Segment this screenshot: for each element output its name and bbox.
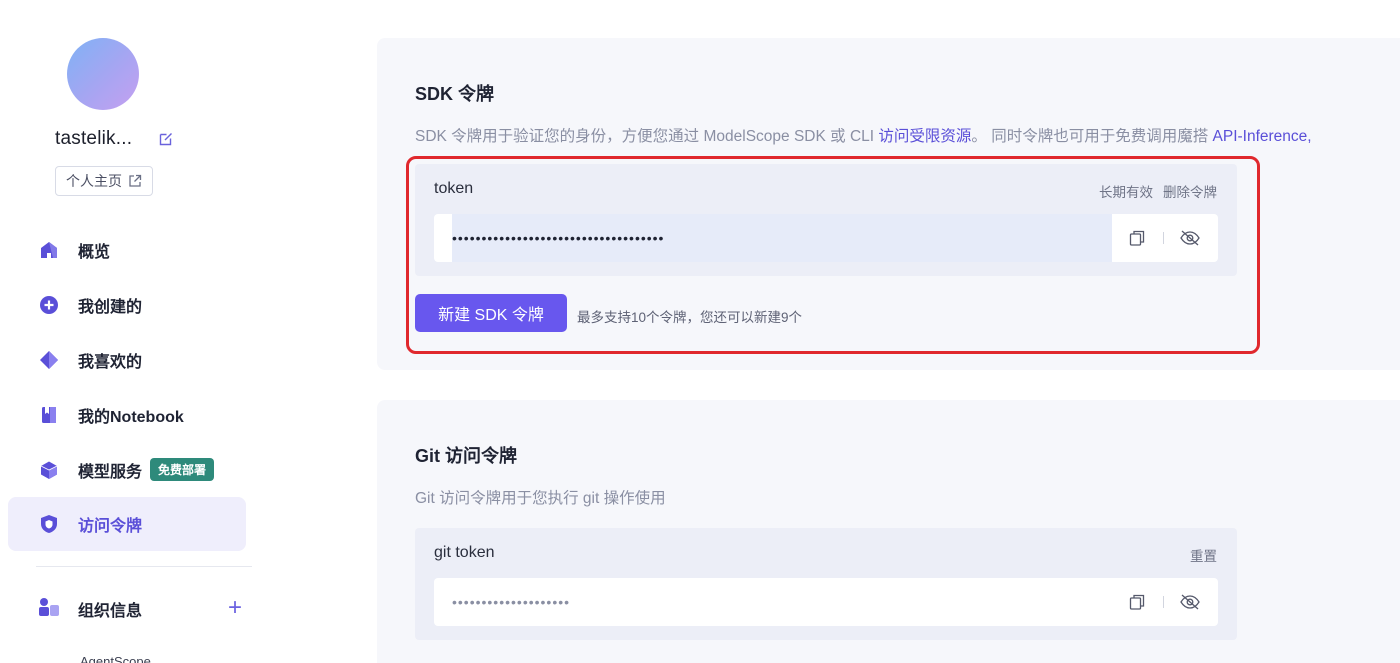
sidebar-item-overview[interactable]: 概览: [8, 222, 246, 277]
git-token-description: Git 访问令牌用于您执行 git 操作使用: [415, 490, 666, 507]
token-value-field[interactable]: ••••••••••••••••••••••••••••••••••••: [434, 214, 1218, 262]
home-icon: [38, 239, 60, 261]
org-icon: [38, 597, 60, 622]
sdk-token-description: SDK 令牌用于验证您的身份，方便您通过 ModelScope SDK 或 CL…: [415, 124, 1312, 146]
sidebar-item-label: 模型服务: [78, 463, 143, 481]
avatar[interactable]: [67, 38, 139, 110]
sidebar-item-created[interactable]: 我创建的: [8, 277, 246, 332]
sidebar: tastelik... 个人主页 概览 我创建的 我喜欢的 我的Notebook…: [0, 0, 360, 663]
reset-token-button[interactable]: 重置: [1190, 545, 1217, 565]
sidebar-item-org-info[interactable]: 组织信息 +: [38, 592, 248, 626]
external-link-icon: [129, 174, 142, 187]
sidebar-item-access-token[interactable]: 访问令牌: [8, 497, 246, 551]
eye-hidden-icon[interactable]: [1178, 226, 1202, 250]
restricted-resources-link[interactable]: 访问受限资源: [878, 128, 971, 145]
token-name: token: [434, 180, 474, 197]
sdk-token-card: SDK 令牌 SDK 令牌用于验证您的身份，方便您通过 ModelScope S…: [377, 38, 1400, 370]
git-token-card: Git 访问令牌 Git 访问令牌用于您执行 git 操作使用 git toke…: [377, 400, 1400, 663]
sidebar-item-label: 我的Notebook: [78, 408, 184, 426]
git-token-masked-value: ••••••••••••••••••••: [452, 594, 571, 610]
git-token-title: Git 访问令牌: [415, 446, 517, 466]
shield-icon: [38, 513, 60, 535]
git-token-name: git token: [434, 544, 495, 561]
edit-icon[interactable]: [158, 131, 174, 147]
description-text: 。 同时令牌也可用于免费调用魔搭: [971, 128, 1213, 145]
org-list-item[interactable]: AgentScope: [80, 654, 151, 663]
new-sdk-token-button[interactable]: 新建 SDK 令牌: [415, 294, 567, 332]
delete-token-button[interactable]: 删除令牌: [1163, 181, 1217, 201]
git-token-actions: 重置: [1190, 545, 1217, 565]
copy-icon[interactable]: [1125, 226, 1149, 250]
sidebar-item-notebook[interactable]: 我的Notebook: [8, 387, 246, 442]
sdk-token-title: SDK 令牌: [415, 84, 495, 104]
sidebar-divider: [36, 566, 252, 567]
sidebar-item-label: 访问令牌: [78, 518, 143, 535]
username: tastelik...: [55, 128, 133, 149]
description-text: SDK 令牌用于验证您的身份，方便您通过 ModelScope SDK 或 CL…: [415, 128, 879, 145]
separator: [1163, 232, 1164, 244]
token-limit-hint: 最多支持10个令牌，您还可以新建9个: [577, 310, 803, 325]
eye-hidden-icon[interactable]: [1178, 590, 1202, 614]
plus-circle-icon: [38, 294, 60, 316]
book-icon: [38, 404, 60, 426]
sidebar-item-label: 我创建的: [78, 298, 143, 316]
sidebar-item-label: 我喜欢的: [78, 353, 143, 371]
git-token-item: git token 重置 ••••••••••••••••••••: [415, 528, 1237, 640]
separator: [1163, 596, 1164, 608]
diamond-icon: [38, 349, 60, 371]
sidebar-item-model-service[interactable]: 模型服务 免费部署: [8, 442, 246, 497]
token-field-actions: [1125, 226, 1202, 250]
sdk-token-item: token 长期有效 删除令牌 ••••••••••••••••••••••••…: [415, 164, 1237, 276]
token-validity: 长期有效: [1099, 185, 1153, 200]
profile-home-label: 个人主页: [66, 173, 122, 189]
profile-home-button[interactable]: 个人主页: [55, 166, 153, 196]
free-deploy-badge: 免费部署: [150, 458, 215, 481]
api-inference-link[interactable]: API-Inference,: [1213, 128, 1312, 145]
org-info-label: 组织信息: [78, 603, 143, 620]
git-token-field-actions: [1125, 590, 1202, 614]
add-org-icon[interactable]: +: [228, 596, 242, 620]
git-token-value-field[interactable]: ••••••••••••••••••••: [434, 578, 1218, 626]
token-masked-value: ••••••••••••••••••••••••••••••••••••: [452, 230, 665, 246]
sidebar-nav: 概览 我创建的 我喜欢的 我的Notebook 模型服务 免费部署 访问令牌: [8, 222, 246, 551]
sidebar-item-liked[interactable]: 我喜欢的: [8, 332, 246, 387]
token-actions: 长期有效 删除令牌: [1099, 181, 1217, 201]
sidebar-item-label: 概览: [78, 243, 111, 261]
cube-icon: [38, 459, 60, 481]
copy-icon[interactable]: [1125, 590, 1149, 614]
